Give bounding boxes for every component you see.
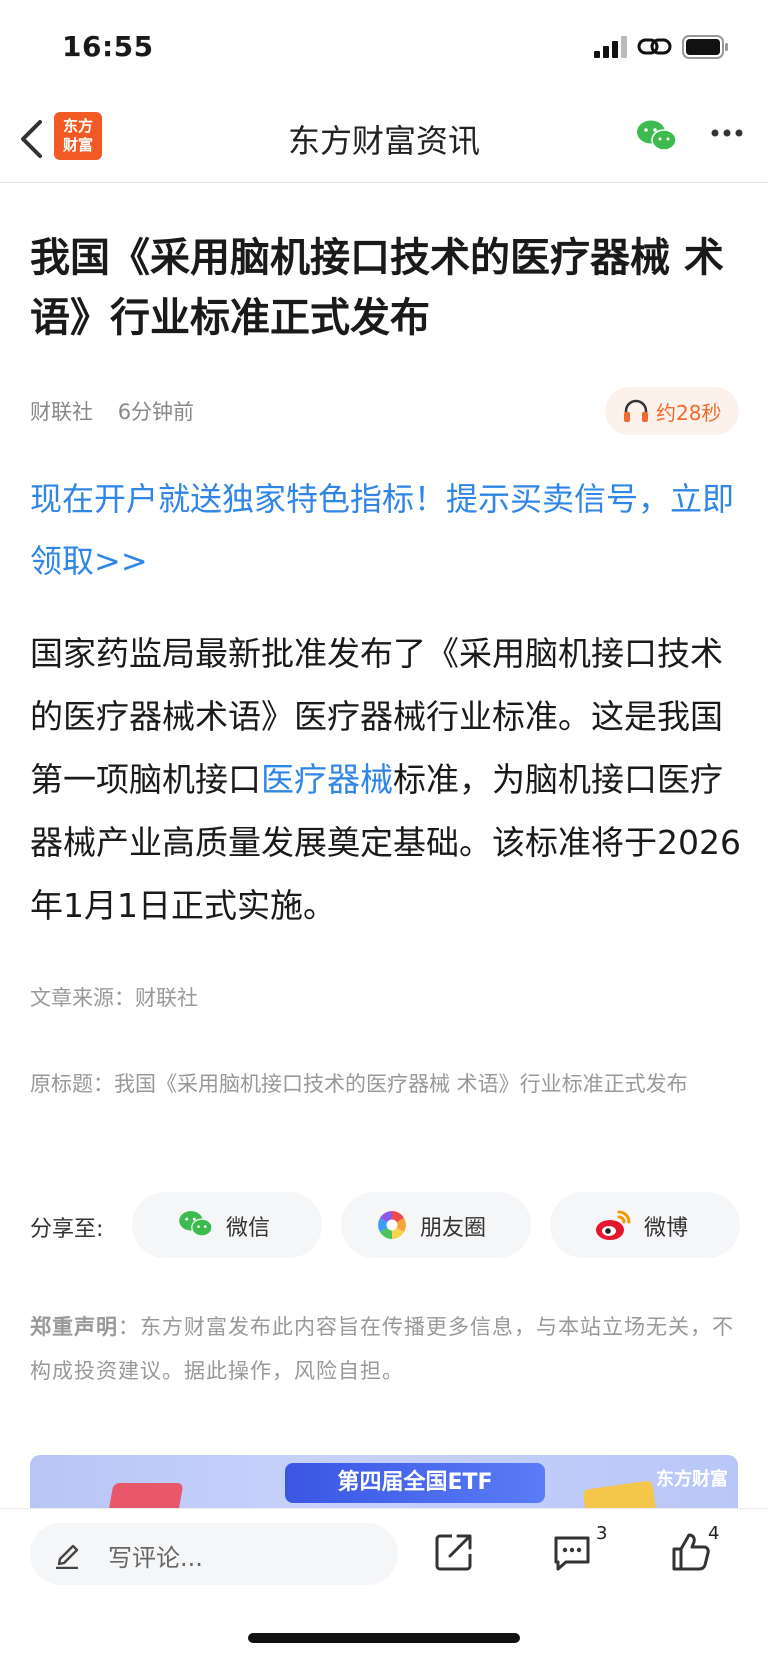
share-label: 分享至:: [30, 1217, 104, 1242]
comment-placeholder: 写评论...: [108, 1544, 203, 1572]
pencil-icon: [56, 1544, 79, 1569]
disclaimer-heading: 郑重声明: [30, 1315, 118, 1339]
signal-icon: [594, 36, 628, 58]
comment-input[interactable]: 写评论...: [30, 1523, 398, 1585]
weibo-icon: [596, 1210, 631, 1240]
share-weibo-button[interactable]: 微博: [550, 1192, 740, 1258]
like-count: 4: [708, 1523, 720, 1544]
comment-icon[interactable]: [552, 1534, 592, 1572]
share-weibo-label: 微博: [644, 1216, 689, 1241]
battery-icon: [682, 35, 728, 59]
wechat-icon: [179, 1211, 213, 1237]
headphones-icon: [624, 399, 648, 422]
banner-decoration: [582, 1480, 658, 1510]
share-icon[interactable]: [434, 1532, 474, 1572]
promo-banner[interactable]: 第四届全国ETF 东方财富: [30, 1455, 738, 1510]
original-title: 原标题：我国《采用脑机接口技术的医疗器械 术语》行业标准正式发布: [30, 1072, 688, 1096]
more-icon[interactable]: [710, 128, 744, 138]
body-keyword-link[interactable]: 医疗器械: [261, 760, 393, 799]
nav-bar: 东方 财富 东方财富资讯: [0, 100, 768, 183]
article-body: 国家药监局最新批准发布了《采用脑机接口技术的医疗器械术语》医疗器械行业标准。这是…: [30, 622, 742, 937]
disclaimer: 郑重声明：东方财富发布此内容旨在传播更多信息，与本站立场无关，不构成投资建议。据…: [30, 1305, 742, 1393]
link-icon: [637, 38, 672, 55]
status-time: 16:55: [62, 30, 154, 63]
audio-duration: 约28秒: [656, 401, 722, 425]
share-wechat-label: 微信: [226, 1216, 271, 1241]
moments-icon: [378, 1211, 406, 1239]
promo-link[interactable]: 现在开户就送独家特色指标！提示买卖信号，立即领取>>: [30, 468, 740, 592]
article-meta: 财联社 6分钟前: [30, 396, 212, 426]
like-icon[interactable]: [670, 1531, 712, 1573]
article-time: 6分钟前: [117, 400, 195, 424]
banner-brand: 东方财富: [656, 1469, 728, 1490]
article-source-line: 文章来源：财联社: [30, 986, 198, 1010]
disclaimer-text: ：东方财富发布此内容旨在传播更多信息，与本站立场无关，不构成投资建议。据此操作，…: [30, 1315, 734, 1383]
banner-decoration: [106, 1483, 184, 1510]
share-wechat-button[interactable]: 微信: [132, 1192, 322, 1258]
share-moments-button[interactable]: 朋友圈: [341, 1192, 531, 1258]
share-moments-label: 朋友圈: [420, 1216, 487, 1241]
home-indicator: [248, 1633, 520, 1643]
wechat-icon[interactable]: [636, 118, 678, 156]
comment-count: 3: [596, 1523, 608, 1544]
article-source: 财联社: [30, 400, 93, 424]
article-title: 我国《采用脑机接口技术的医疗器械 术语》行业标准正式发布: [30, 235, 724, 341]
banner-title: 第四届全国ETF: [285, 1463, 545, 1503]
audio-play-button[interactable]: 约28秒: [605, 387, 739, 435]
